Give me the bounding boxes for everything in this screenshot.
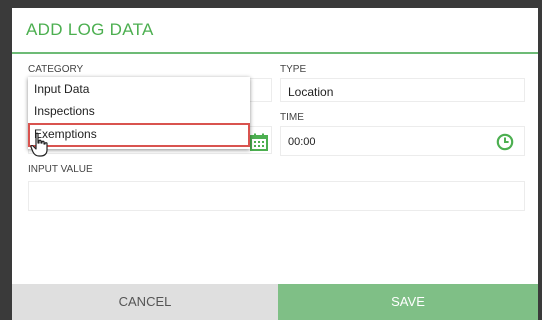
time-value: 00:00 — [288, 136, 316, 148]
category-dropdown-list: Input Data Inspections Exemptions — [28, 77, 250, 149]
type-select[interactable]: Location — [280, 78, 525, 102]
dropdown-option-inspections[interactable]: Inspections — [28, 100, 250, 122]
input-value-label: INPUT VALUE — [28, 164, 93, 175]
type-label: TYPE — [280, 64, 307, 75]
type-value: Location — [288, 85, 334, 99]
time-field[interactable]: 00:00 — [280, 126, 525, 156]
dialog-title: ADD LOG DATA — [26, 20, 154, 39]
input-value-field[interactable] — [28, 181, 525, 211]
time-label: TIME — [280, 112, 304, 123]
save-button[interactable]: SAVE — [278, 284, 538, 320]
calendar-icon[interactable] — [249, 132, 269, 152]
hand-pointer-icon — [30, 132, 48, 157]
dialog-header: ADD LOG DATA — [12, 8, 538, 54]
add-log-data-dialog: ADD LOG DATA CATEGORY TYPE Location TIME… — [12, 8, 538, 320]
dropdown-option-exemptions[interactable]: Exemptions — [28, 123, 250, 147]
category-label: CATEGORY — [28, 64, 84, 75]
cancel-button[interactable]: CANCEL — [12, 284, 278, 320]
clock-icon[interactable] — [496, 133, 514, 151]
dropdown-option-input-data[interactable]: Input Data — [28, 78, 250, 100]
